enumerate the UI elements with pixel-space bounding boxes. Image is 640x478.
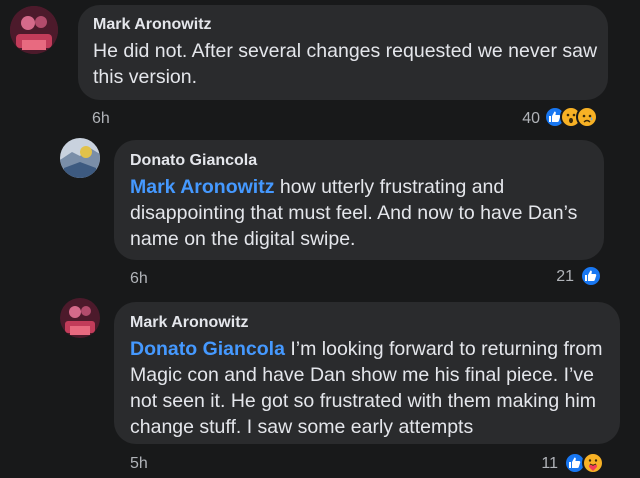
avatar-image-icon <box>60 298 100 338</box>
comment-text: Donato Giancola I’m looking forward to r… <box>130 336 614 440</box>
reaction-count[interactable]: 40 <box>508 110 540 128</box>
comment-text: Mark Aronowitz how utterly frustrating a… <box>130 174 600 252</box>
avatar-image-icon <box>10 6 58 54</box>
care-icon[interactable] <box>582 452 604 474</box>
comment-author[interactable]: Mark Aronowitz <box>93 16 212 34</box>
like-icon[interactable] <box>580 265 602 287</box>
reaction-count[interactable]: 11 <box>522 455 558 473</box>
avatar-image-icon <box>60 138 100 178</box>
comment-author[interactable]: Mark Aronowitz <box>130 314 249 332</box>
mention-link[interactable]: Donato Giancola <box>130 338 285 360</box>
avatar[interactable] <box>60 298 100 338</box>
reaction-count[interactable]: 21 <box>540 268 574 286</box>
comment-timestamp[interactable]: 5h <box>130 455 148 473</box>
avatar[interactable] <box>60 138 100 178</box>
comment-timestamp[interactable]: 6h <box>130 270 148 288</box>
avatar[interactable] <box>10 6 58 54</box>
sad-icon[interactable] <box>576 106 598 128</box>
comment-timestamp[interactable]: 6h <box>92 110 110 128</box>
comment-text: He did not. After several changes reques… <box>93 38 603 90</box>
mention-link[interactable]: Mark Aronowitz <box>130 176 274 198</box>
comment-author[interactable]: Donato Giancola <box>130 152 257 170</box>
comment-body: He did not. After several changes reques… <box>93 40 598 88</box>
